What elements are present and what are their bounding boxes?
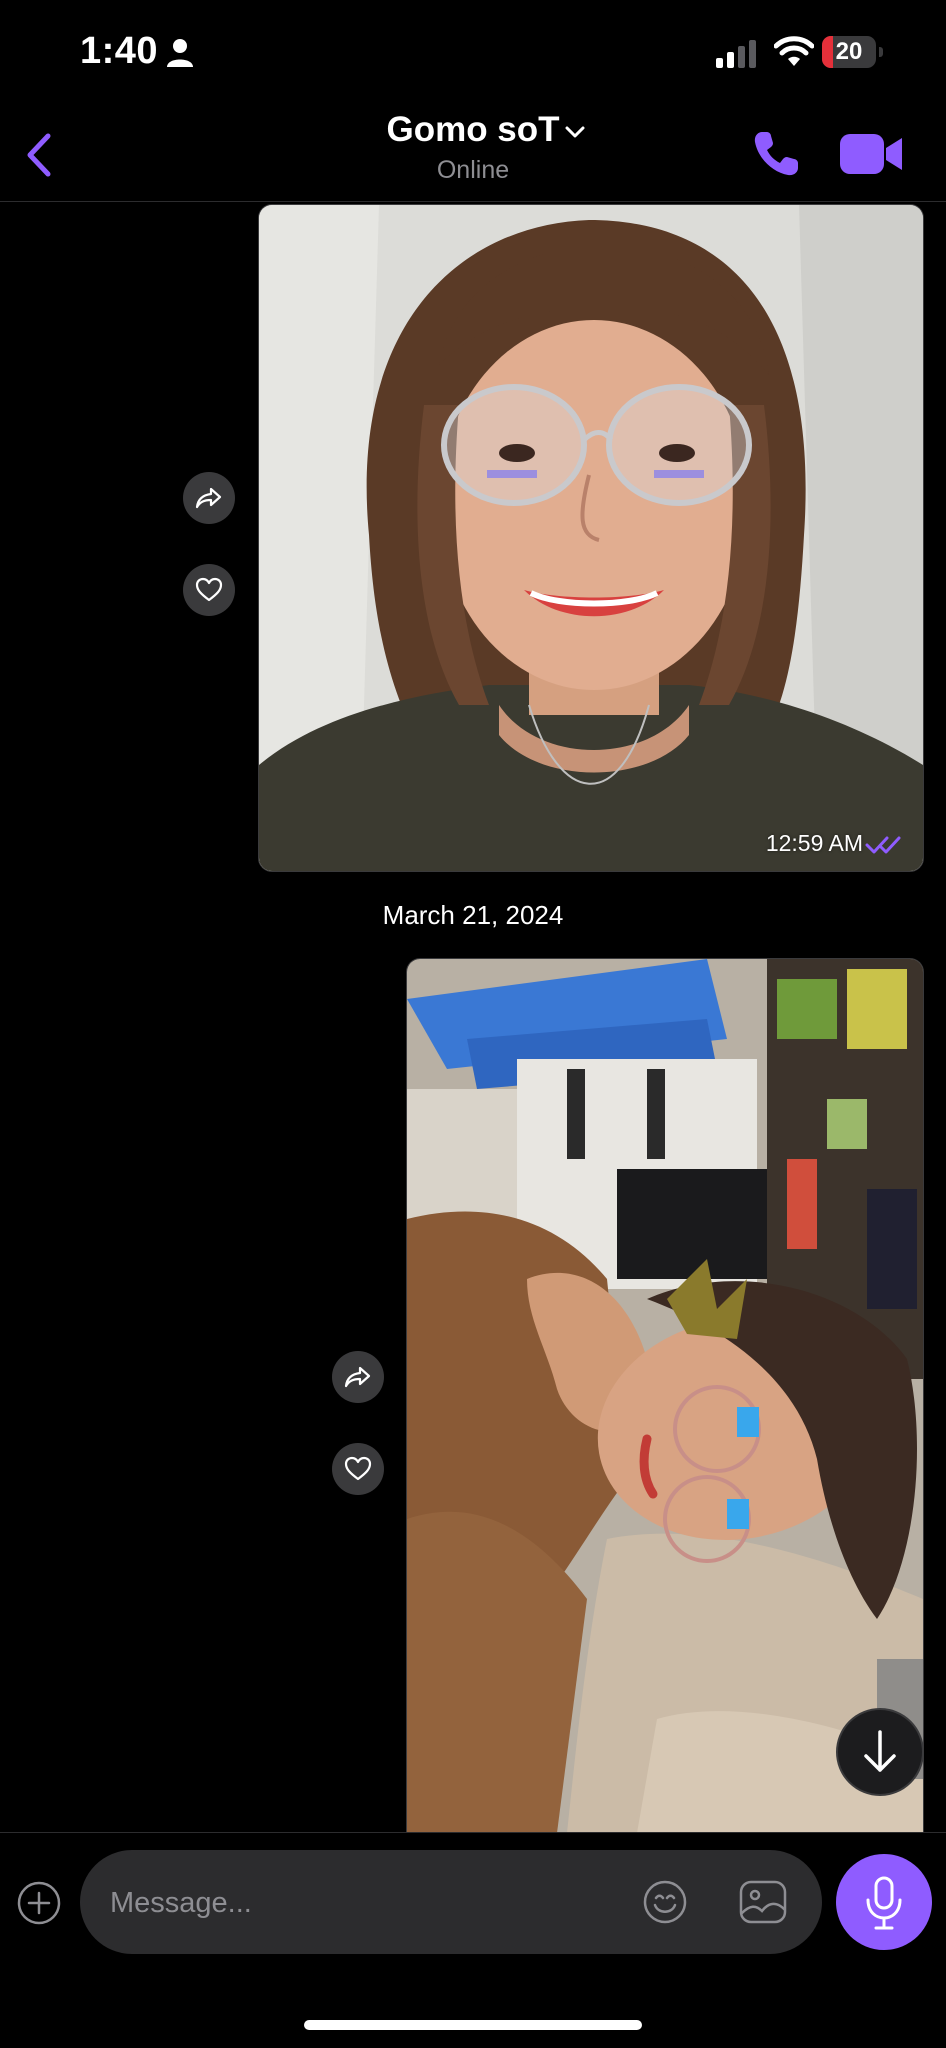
battery-body: 20 (822, 36, 876, 68)
header-divider (0, 201, 946, 202)
like-button[interactable] (183, 564, 235, 616)
plus-circle-icon[interactable] (16, 1880, 62, 1926)
chevron-down-icon (565, 126, 585, 138)
video-call-icon[interactable] (838, 126, 904, 182)
photo-selfie-rotated-icon (407, 959, 923, 1833)
cellular-signal-icon (716, 40, 756, 68)
home-indicator (304, 2020, 642, 2030)
like-button[interactable] (332, 1443, 384, 1495)
photo-message[interactable]: 12:59 AM (258, 204, 924, 872)
arrow-down-icon (864, 1730, 896, 1772)
scroll-to-bottom-button[interactable] (836, 1708, 924, 1796)
status-bar-time: 1:40 (80, 30, 159, 72)
person-icon (167, 39, 193, 67)
message-input[interactable] (108, 1850, 592, 1956)
microphone-icon (866, 1876, 902, 1930)
double-check-icon (865, 836, 901, 854)
heart-icon (195, 577, 223, 602)
photo-message[interactable] (406, 958, 924, 1833)
contact-status: Online (436, 156, 510, 184)
date-separator: March 21, 2024 (382, 900, 564, 930)
forward-button[interactable] (183, 472, 235, 524)
forward-button[interactable] (332, 1351, 384, 1403)
forward-arrow-icon (344, 1366, 371, 1388)
battery-indicator: 20 (822, 36, 886, 70)
voice-message-button[interactable] (836, 1854, 932, 1950)
battery-percent: 20 (835, 38, 863, 65)
photo-timestamp-row: 12:59 AM (259, 205, 923, 871)
forward-arrow-icon (195, 487, 222, 509)
wifi-icon (774, 36, 814, 66)
contact-info-button[interactable] (380, 108, 590, 154)
emoji-icon[interactable] (642, 1879, 688, 1925)
battery-tip (879, 47, 883, 57)
heart-icon (344, 1456, 372, 1481)
message-time: 12:59 AM (765, 830, 863, 856)
message-input-container (80, 1850, 822, 1956)
phone-call-icon[interactable] (748, 126, 804, 182)
gallery-icon[interactable] (738, 1879, 788, 1925)
